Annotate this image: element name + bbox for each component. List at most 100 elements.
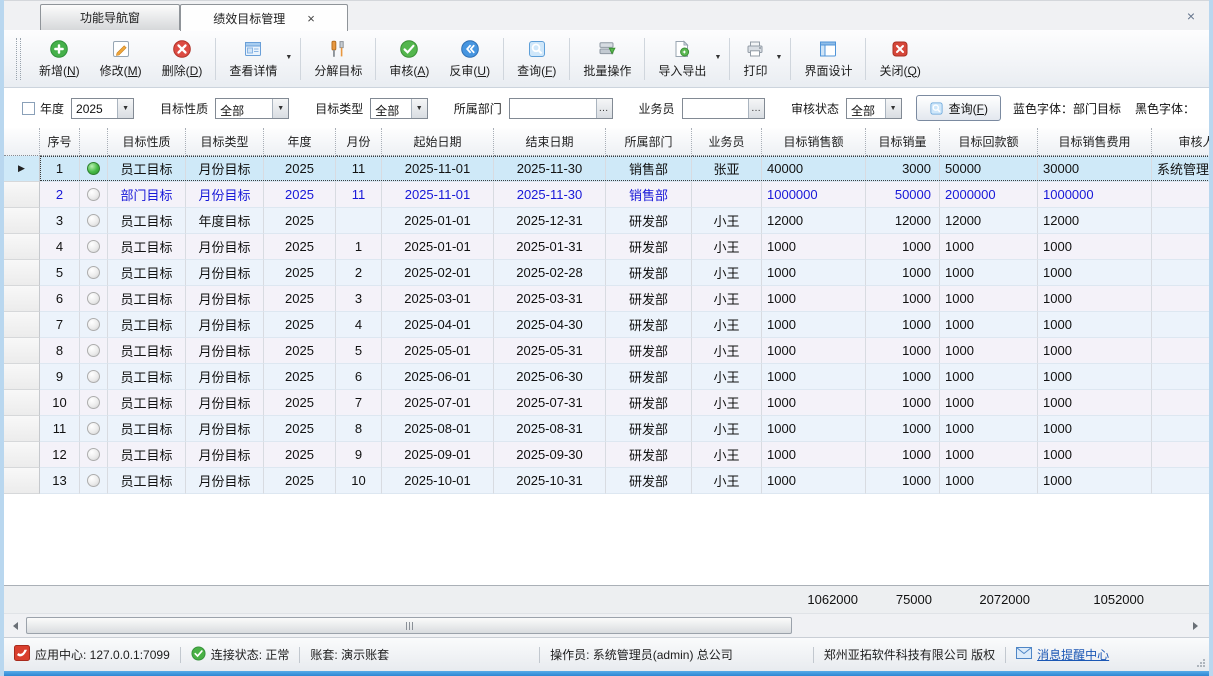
column-header-selector[interactable] xyxy=(4,128,40,156)
resize-grip[interactable] xyxy=(1196,658,1206,668)
cell-status xyxy=(80,468,108,494)
table-header-row: 序号目标性质目标类型年度月份起始日期结束日期所属部门业务员目标销售额目标销量目标… xyxy=(4,128,1209,156)
department-input[interactable]: … xyxy=(509,98,613,119)
cell-start: 2025-09-01 xyxy=(382,442,494,468)
column-header-auditor[interactable]: 审核人 xyxy=(1152,128,1209,156)
column-header-start[interactable]: 起始日期 xyxy=(382,128,494,156)
row-selector-cell[interactable] xyxy=(4,208,40,234)
row-selector-cell[interactable] xyxy=(4,286,40,312)
table-row[interactable]: 2部门目标月份目标2025112025-11-012025-11-30销售部10… xyxy=(4,182,1209,208)
chevron-down-icon[interactable]: ▼ xyxy=(885,99,901,118)
table-row[interactable]: 10员工目标月份目标202572025-07-012025-07-31研发部小王… xyxy=(4,390,1209,416)
dropdown-arrow-icon[interactable]: ▼ xyxy=(776,54,783,61)
status-pending-icon xyxy=(87,292,100,305)
table-row[interactable]: 6员工目标月份目标202532025-03-012025-03-31研发部小王1… xyxy=(4,286,1209,312)
query-button[interactable]: 查询(F) xyxy=(507,34,566,84)
batch-operation-button[interactable]: 批量操作 xyxy=(573,34,641,84)
target-type-select[interactable]: 全部 ▼ xyxy=(370,98,428,119)
tab-function-navigation[interactable]: 功能导航窗 xyxy=(40,4,180,30)
cell-dept: 研发部 xyxy=(606,416,692,442)
dropdown-arrow-icon[interactable]: ▼ xyxy=(285,54,292,61)
table-row[interactable]: 9员工目标月份目标202562025-06-012025-06-30研发部小王1… xyxy=(4,364,1209,390)
tab-close-icon[interactable]: × xyxy=(307,12,315,25)
salesman-input[interactable]: … xyxy=(682,98,765,119)
column-header-dept[interactable]: 所属部门 xyxy=(606,128,692,156)
toolbar-separator xyxy=(644,38,645,80)
column-header-year[interactable]: 年度 xyxy=(264,128,336,156)
row-selector-cell[interactable] xyxy=(4,364,40,390)
cell-end: 2025-11-30 xyxy=(494,156,606,182)
cell-status xyxy=(80,286,108,312)
toolbar-separator xyxy=(790,38,791,80)
ui-design-button[interactable]: 界面设计 xyxy=(794,34,862,84)
column-header-end[interactable]: 结束日期 xyxy=(494,128,606,156)
chevron-down-icon[interactable]: ▼ xyxy=(117,99,133,118)
column-header-type[interactable]: 目标类型 xyxy=(186,128,264,156)
import-export-button[interactable]: 导入导出▼ xyxy=(648,34,726,84)
tab-performance-target[interactable]: 绩效目标管理 × xyxy=(180,4,348,31)
close-button[interactable]: 关闭(Q) xyxy=(869,34,930,84)
delete-button[interactable]: 删除(D) xyxy=(152,34,213,84)
table-row[interactable]: 11员工目标月份目标202582025-08-012025-08-31研发部小王… xyxy=(4,416,1209,442)
dropdown-arrow-icon[interactable]: ▼ xyxy=(715,54,722,61)
table-row[interactable]: 4员工目标月份目标202512025-01-012025-01-31研发部小王1… xyxy=(4,234,1209,260)
ellipsis-picker-icon[interactable]: … xyxy=(748,99,764,118)
filter-bar: 年度 2025 ▼ 目标性质 全部 ▼ 目标类型 全部 ▼ 所属部门 … 业务员… xyxy=(4,88,1209,128)
filter-query-button[interactable]: 查询(F) xyxy=(916,95,1001,121)
table-row[interactable]: 8员工目标月份目标202552025-05-012025-05-31研发部小王1… xyxy=(4,338,1209,364)
table-row[interactable]: 7员工目标月份目标202542025-04-012025-04-30研发部小王1… xyxy=(4,312,1209,338)
scroll-right-icon[interactable] xyxy=(1187,617,1204,634)
row-selector-cell[interactable] xyxy=(4,312,40,338)
horizontal-scrollbar[interactable] xyxy=(4,613,1209,637)
column-header-month[interactable]: 月份 xyxy=(336,128,382,156)
row-selector-cell[interactable] xyxy=(4,390,40,416)
chevron-down-icon[interactable]: ▼ xyxy=(411,99,427,118)
column-header-payment[interactable]: 目标回款额 xyxy=(940,128,1038,156)
split-target-button[interactable]: 分解目标 xyxy=(304,34,372,84)
table-row[interactable]: 12员工目标月份目标202592025-09-012025-09-30研发部小王… xyxy=(4,442,1209,468)
column-header-nature[interactable]: 目标性质 xyxy=(108,128,186,156)
row-selector-cell[interactable] xyxy=(4,468,40,494)
row-selector-cell[interactable] xyxy=(4,416,40,442)
row-selector-cell[interactable] xyxy=(4,182,40,208)
audit-button[interactable]: 审核(A) xyxy=(379,34,439,84)
row-selector-cell[interactable] xyxy=(4,442,40,468)
edit-button[interactable]: 修改(M) xyxy=(90,34,152,84)
year-checkbox[interactable] xyxy=(22,102,35,115)
row-selector-cell[interactable] xyxy=(4,234,40,260)
toolbar-drag-handle[interactable] xyxy=(16,38,21,80)
window-close-icon[interactable]: × xyxy=(1183,6,1199,26)
unaudit-button[interactable]: 反审(U) xyxy=(439,34,500,84)
table-row[interactable]: ▶1员工目标月份目标2025112025-11-012025-11-30销售部张… xyxy=(4,156,1209,182)
total-empty xyxy=(80,586,108,613)
scroll-left-icon[interactable] xyxy=(7,617,24,634)
column-header-person[interactable]: 业务员 xyxy=(692,128,762,156)
cell-year: 2025 xyxy=(264,234,336,260)
cell-nature: 员工目标 xyxy=(108,416,186,442)
message-center-link[interactable]: 消息提醒中心 xyxy=(1016,646,1109,663)
audit-status-select[interactable]: 全部 ▼ xyxy=(846,98,902,119)
target-nature-select[interactable]: 全部 ▼ xyxy=(215,98,289,119)
year-select[interactable]: 2025 ▼ xyxy=(71,98,134,119)
column-header-sales[interactable]: 目标销售额 xyxy=(762,128,866,156)
row-selector-cell[interactable]: ▶ xyxy=(4,156,40,182)
table-row[interactable]: 5员工目标月份目标202522025-02-012025-02-28研发部小王1… xyxy=(4,260,1209,286)
row-selector-cell[interactable] xyxy=(4,338,40,364)
column-header-expense[interactable]: 目标销售费用 xyxy=(1038,128,1152,156)
column-header-seq[interactable]: 序号 xyxy=(40,128,80,156)
cell-month: 10 xyxy=(336,468,382,494)
print-button[interactable]: 打印▼ xyxy=(733,34,787,84)
row-selector-cell[interactable] xyxy=(4,260,40,286)
cell-dept: 研发部 xyxy=(606,260,692,286)
ellipsis-picker-icon[interactable]: … xyxy=(596,99,612,118)
view-detail-button[interactable]: 查看详情▼ xyxy=(219,34,297,84)
scrollbar-thumb[interactable] xyxy=(26,617,792,634)
cell-qty: 1000 xyxy=(866,338,940,364)
column-header-status[interactable] xyxy=(80,128,108,156)
table-row[interactable]: 3员工目标年度目标20252025-01-012025-12-31研发部小王12… xyxy=(4,208,1209,234)
chevron-down-icon[interactable]: ▼ xyxy=(272,99,288,118)
table-row[interactable]: 13员工目标月份目标2025102025-10-012025-10-31研发部小… xyxy=(4,468,1209,494)
column-header-qty[interactable]: 目标销量 xyxy=(866,128,940,156)
add-button[interactable]: 新增(N) xyxy=(29,34,90,84)
separator xyxy=(180,647,181,663)
